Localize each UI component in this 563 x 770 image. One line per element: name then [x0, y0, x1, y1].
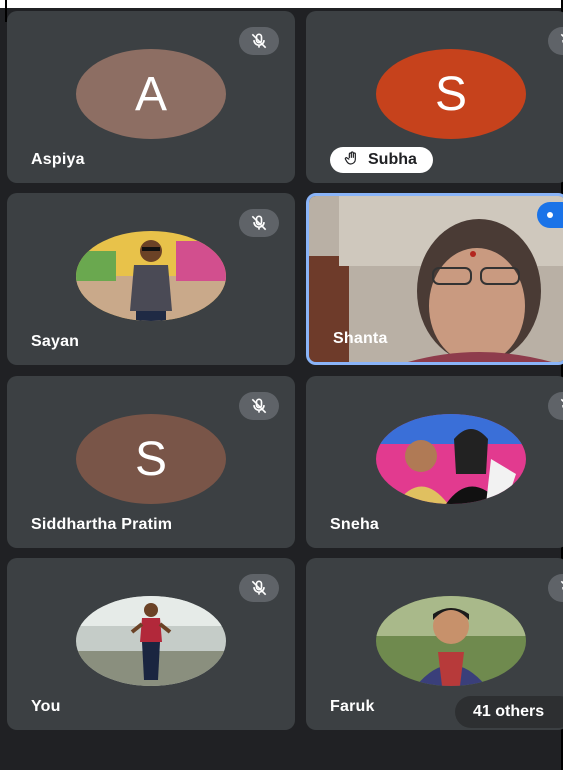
avatar-initial: S — [134, 432, 167, 486]
participant-tile-aspiya[interactable]: A Aspiya — [7, 11, 295, 183]
participant-tile-subha[interactable]: S Subha — [306, 11, 563, 183]
avatar-photo — [76, 231, 226, 321]
participant-name: Faruk — [330, 698, 375, 715]
avatar: S — [76, 414, 226, 504]
speaking-indicator — [537, 202, 563, 228]
avatar-photo — [76, 596, 226, 686]
mic-off-icon — [548, 392, 563, 420]
participant-name: You — [31, 698, 61, 715]
mic-off-icon — [239, 209, 279, 237]
mic-off-icon — [548, 574, 563, 602]
participant-tile-you[interactable]: You — [7, 558, 295, 730]
participant-name: Siddhartha Pratim — [31, 516, 173, 533]
participant-tile-shanta[interactable]: Shanta — [306, 193, 563, 365]
participant-tile-sneha[interactable]: Sneha — [306, 376, 563, 548]
avatar-photo — [376, 414, 526, 504]
others-button[interactable]: 41 others — [455, 696, 563, 728]
avatar-photo — [376, 596, 526, 686]
mic-off-icon — [239, 392, 279, 420]
participant-name: Sayan — [31, 333, 80, 350]
raised-hand-badge: Subha — [330, 147, 433, 173]
participant-name: Shanta — [333, 330, 388, 347]
avatar-initial: A — [134, 67, 167, 121]
avatar-initial: S — [434, 67, 467, 121]
status-bar — [0, 0, 563, 8]
avatar: S — [376, 49, 526, 139]
participant-tile-sayan[interactable]: Sayan — [7, 193, 295, 365]
participant-name: Sneha — [330, 516, 380, 533]
mic-off-icon — [239, 574, 279, 602]
avatar: A — [76, 49, 226, 139]
mic-off-icon — [239, 27, 279, 55]
participant-name: Aspiya — [31, 151, 85, 168]
others-label: 41 others — [473, 703, 545, 720]
raised-hand-icon — [344, 150, 360, 171]
mic-off-icon — [548, 27, 563, 55]
participant-name: Subha — [368, 151, 417, 168]
participant-tile-siddhartha-pratim[interactable]: S Siddhartha Pratim — [7, 376, 295, 548]
